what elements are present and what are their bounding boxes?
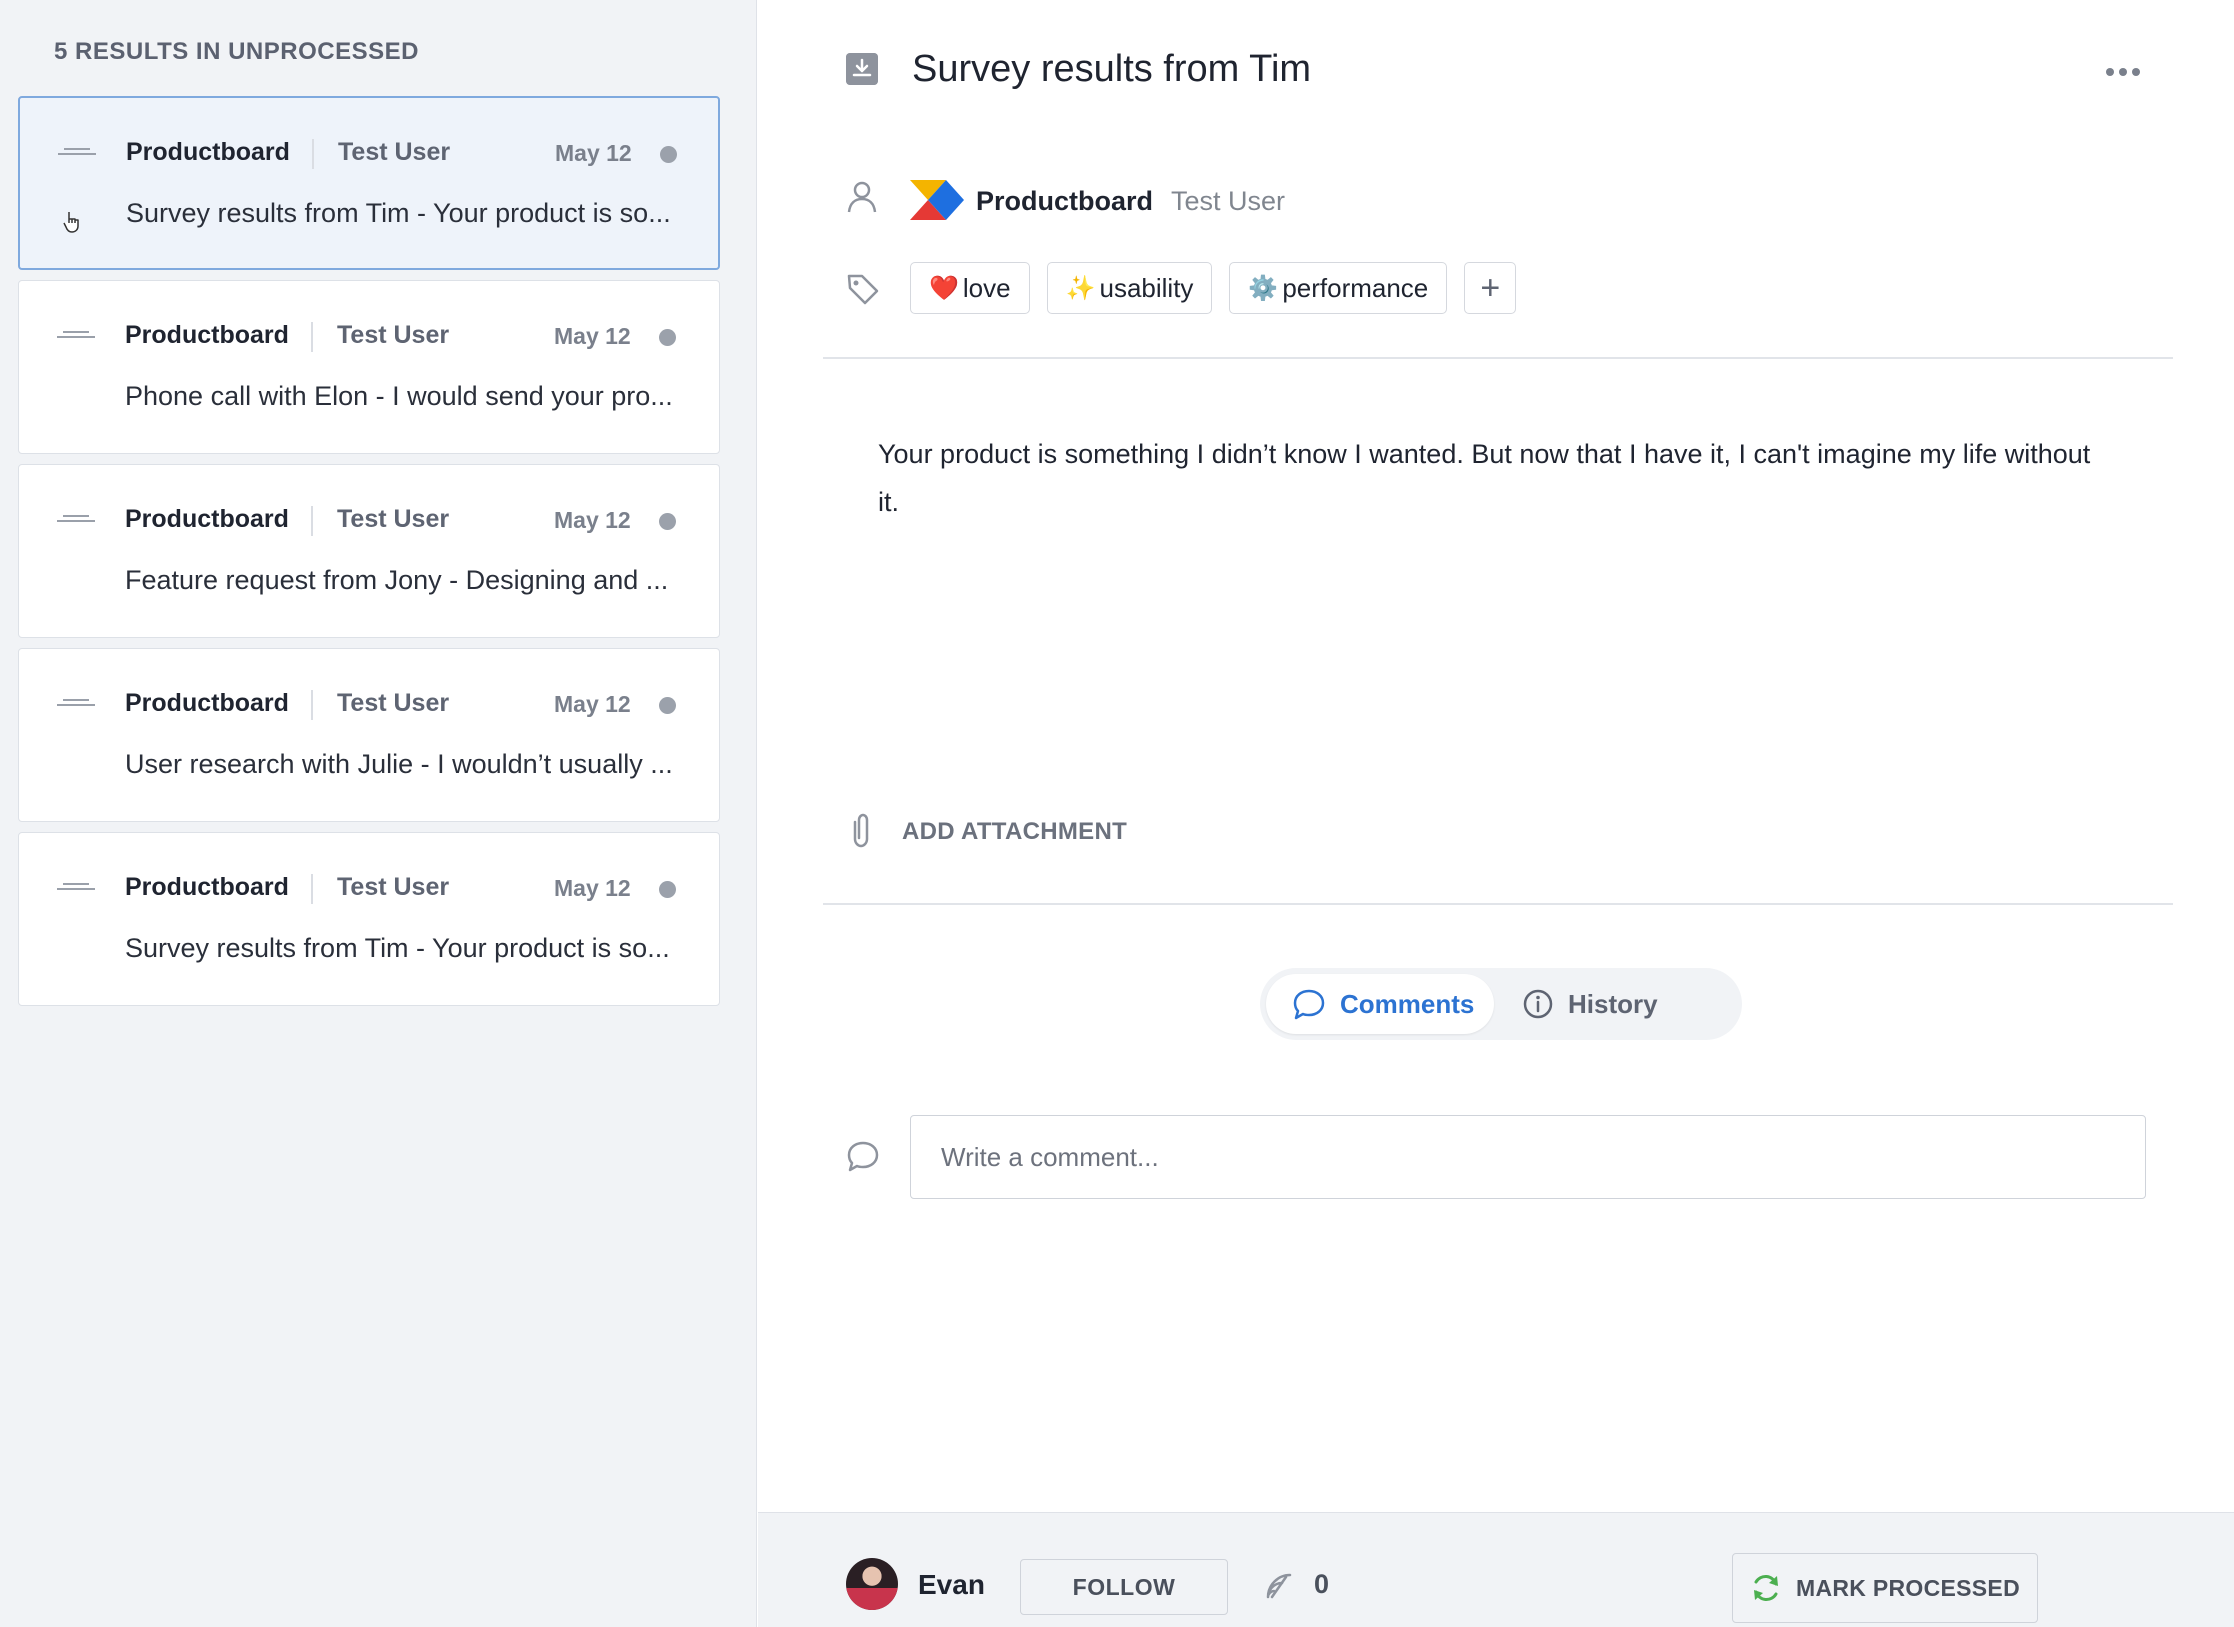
divider [311, 874, 313, 904]
refresh-icon [1753, 1575, 1778, 1601]
list-item-snippet: Survey results from Tim - Your product i… [125, 933, 670, 963]
note-detail-panel: Survey results from Tim Productboard Tes… [758, 0, 2234, 1627]
source-logo-icon [57, 883, 95, 895]
list-item-date: May 12 [554, 323, 631, 349]
note-source[interactable]: Productboard [976, 186, 1153, 217]
list-item-date: May 12 [555, 140, 632, 166]
list-item-source: Productboard [125, 321, 289, 349]
tag-label: performance [1282, 272, 1429, 303]
tab-label: History [1568, 988, 1658, 1019]
avatar[interactable] [846, 1558, 898, 1610]
tab-comments[interactable]: Comments [1266, 974, 1494, 1034]
list-item-snippet: Survey results from Tim - Your product i… [126, 198, 671, 228]
follower-count: 0 [1314, 1569, 1330, 1599]
footer-user-name: Evan [918, 1569, 985, 1600]
info-icon [1523, 989, 1553, 1019]
divider [823, 903, 2173, 905]
note-list-panel: 5 RESULTS IN UNPROCESSED Productboard Te… [0, 0, 757, 1627]
list-item-source: Productboard [126, 138, 290, 166]
unread-dot-icon [659, 513, 676, 530]
tab-history[interactable]: History [1522, 974, 1658, 1034]
paperclip-icon[interactable] [846, 812, 876, 850]
tab-label: Comments [1340, 988, 1475, 1019]
note-user[interactable]: Test User [1171, 186, 1285, 217]
list-item-user: Test User [337, 689, 450, 717]
list-item-user: Test User [337, 873, 450, 901]
list-item-snippet: User research with Julie - I wouldn’t us… [125, 749, 673, 779]
tag-list: ❤️ love ✨ usability ⚙️ performance + [910, 262, 1517, 314]
list-item-date: May 12 [554, 507, 631, 533]
divider [311, 690, 313, 720]
list-item-user: Test User [337, 505, 450, 533]
divider [311, 506, 313, 536]
list-item[interactable]: Productboard Test User May 12 Feature re… [18, 464, 720, 638]
comment-icon [847, 1141, 879, 1172]
list-item-snippet: Feature request from Jony - Designing an… [125, 565, 669, 595]
source-logo-icon [57, 515, 95, 527]
hand-cursor-icon [63, 212, 79, 233]
unread-dot-icon [659, 697, 676, 714]
list-item-source: Productboard [125, 873, 289, 901]
followers-signal-icon [1266, 1573, 1292, 1599]
list-item-date: May 12 [554, 691, 631, 717]
productboard-logo-icon [910, 180, 964, 220]
tag-performance[interactable]: ⚙️ performance [1229, 262, 1448, 314]
sparkles-icon: ✨ [1065, 274, 1096, 302]
gear-icon: ⚙️ [1248, 274, 1279, 302]
list-item-source: Productboard [125, 689, 289, 717]
source-logo-icon [57, 699, 95, 711]
speech-bubble-icon [1293, 989, 1325, 1020]
note-body[interactable]: Your product is something I didn’t know … [878, 430, 2098, 526]
mark-processed-button[interactable]: MARK PROCESSED [1732, 1553, 2038, 1623]
divider [312, 139, 314, 169]
list-item-user: Test User [338, 138, 451, 166]
add-attachment-button[interactable]: ADD ATTACHMENT [902, 818, 1127, 846]
tag-icon [847, 274, 879, 305]
note-title[interactable]: Survey results from Tim [912, 48, 1311, 91]
tag-label: love [962, 272, 1011, 303]
divider [311, 322, 313, 352]
list-item-date: May 12 [554, 875, 631, 901]
results-count-header: 5 RESULTS IN UNPROCESSED [54, 38, 419, 65]
unread-dot-icon [659, 881, 676, 898]
inbox-download-icon [846, 53, 878, 85]
footer-bar: Evan FOLLOW 0 MARK PROCESSED [758, 1512, 2234, 1627]
comments-history-tabs: Comments History [1260, 968, 1742, 1040]
list-item[interactable]: Productboard Test User May 12 Phone call… [18, 280, 720, 454]
comment-input[interactable] [910, 1115, 2146, 1199]
user-icon [847, 181, 877, 213]
mark-processed-label: MARK PROCESSED [1795, 1574, 2020, 1601]
unread-dot-icon [659, 329, 676, 346]
source-logo-icon [58, 148, 96, 160]
divider [823, 357, 2173, 359]
list-item-source: Productboard [125, 505, 289, 533]
more-options-icon[interactable] [2106, 68, 2140, 76]
unread-dot-icon [660, 146, 677, 163]
list-item[interactable]: Productboard Test User May 12 Survey res… [18, 832, 720, 1006]
source-logo-icon [57, 331, 95, 343]
list-item-snippet: Phone call with Elon - I would send your… [125, 381, 673, 411]
list-item[interactable]: Productboard Test User May 12 Survey res… [18, 96, 720, 270]
tag-usability[interactable]: ✨ usability [1046, 262, 1213, 314]
follow-button[interactable]: FOLLOW [1020, 1559, 1228, 1615]
add-tag-button[interactable]: + [1464, 262, 1517, 314]
list-item[interactable]: Productboard Test User May 12 User resea… [18, 648, 720, 822]
tag-label: usability [1099, 272, 1194, 303]
tag-love[interactable]: ❤️ love [910, 262, 1030, 314]
heart-icon: ❤️ [929, 274, 959, 302]
list-item-user: Test User [337, 321, 450, 349]
